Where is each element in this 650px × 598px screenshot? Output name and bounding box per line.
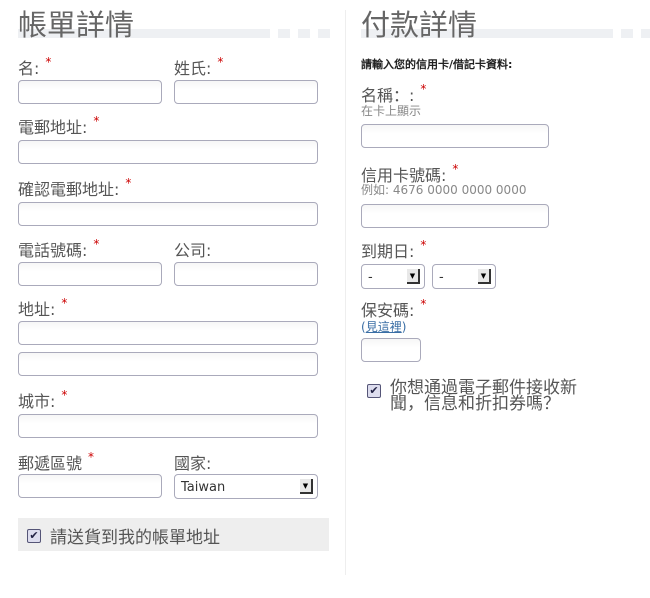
payment-title: 付款詳情 — [361, 8, 478, 42]
company-input[interactable] — [174, 262, 318, 286]
expiry-label: 到期日: * — [361, 238, 427, 261]
email-label: 電郵地址: * — [18, 114, 100, 137]
city-label: 城市: * — [18, 388, 68, 411]
phone-input[interactable] — [18, 262, 162, 286]
ship-same-row: ✔ 請送貨到我的帳單地址 — [18, 518, 329, 551]
last-name-label: 姓氏: * — [174, 55, 224, 78]
expiry-year-value: - — [439, 270, 444, 285]
card-name-input[interactable] — [361, 124, 549, 148]
email-input[interactable] — [18, 140, 318, 164]
expiry-month-value: - — [368, 270, 373, 285]
cvv-help-link[interactable]: 見這裡 — [366, 320, 402, 334]
billing-title: 帳單詳情 — [18, 8, 135, 42]
first-name-label: 名: * — [18, 55, 52, 78]
country-select[interactable]: Taiwan ▼ — [174, 474, 318, 499]
confirm-email-label: 確認電郵地址: * — [18, 176, 132, 199]
last-name-input[interactable] — [174, 80, 318, 104]
country-label: 國家: — [174, 454, 212, 473]
card-number-hint: 例如: 4676 0000 0000 0000 — [361, 183, 527, 197]
ship-same-label: 請送貨到我的帳單地址 — [50, 528, 220, 548]
cvv-input[interactable] — [361, 338, 421, 362]
address-line2-input[interactable] — [18, 352, 318, 376]
postcode-input[interactable] — [18, 474, 162, 498]
newsletter-checkbox[interactable]: ✔ — [367, 384, 381, 398]
first-name-input[interactable] — [18, 80, 162, 104]
ship-same-checkbox[interactable]: ✔ — [27, 529, 41, 543]
payment-subtitle: 請輸入您的信用卡/借記卡資料: — [361, 58, 513, 71]
column-divider — [345, 10, 346, 575]
address-label: 地址: * — [18, 296, 68, 319]
cvv-help: (見這裡) — [361, 320, 407, 334]
expiry-year-select[interactable]: - ▼ — [432, 264, 496, 289]
newsletter-label: 你想通過電子郵件接收新聞，信息和折扣券嗎？ — [390, 378, 577, 414]
address-line1-input[interactable] — [18, 321, 318, 345]
card-number-input[interactable] — [361, 204, 549, 228]
company-label: 公司: — [174, 241, 212, 260]
city-input[interactable] — [18, 414, 318, 438]
dropdown-arrow-icon: ▼ — [300, 479, 313, 494]
confirm-email-input[interactable] — [18, 202, 318, 226]
expiry-month-select[interactable]: - ▼ — [361, 264, 425, 289]
dropdown-arrow-icon: ▼ — [478, 269, 491, 284]
postcode-label: 郵遞區號 * — [18, 450, 95, 473]
card-name-hint: 在卡上顯示 — [361, 104, 422, 118]
phone-label: 電話號碼: * — [18, 237, 100, 260]
dropdown-arrow-icon: ▼ — [407, 269, 420, 284]
country-value: Taiwan — [181, 480, 226, 495]
